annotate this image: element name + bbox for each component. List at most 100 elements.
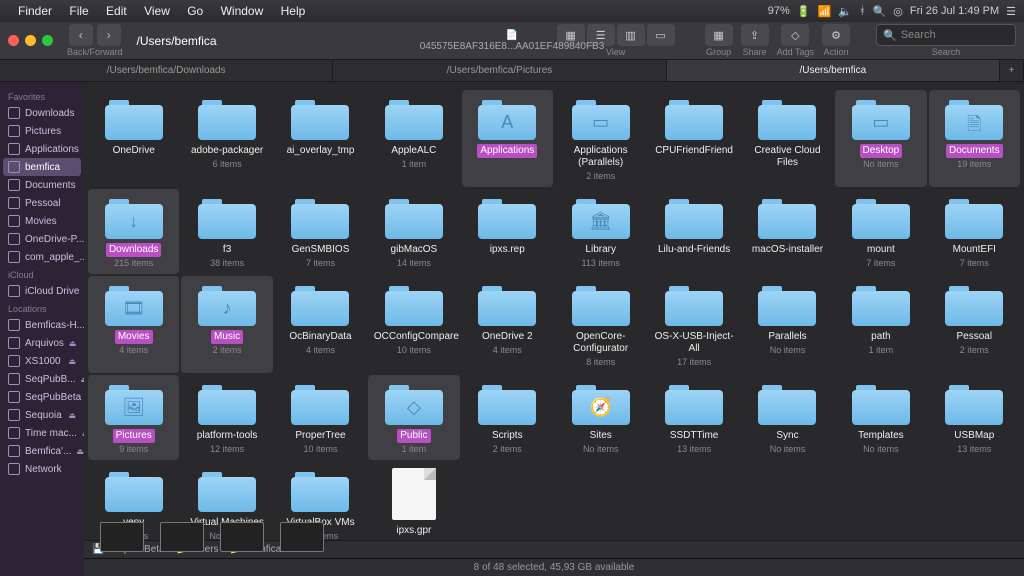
- sidebar-item[interactable]: Bemfica'...⏏: [0, 442, 84, 460]
- folder-item[interactable]: MountEFI7 items: [929, 189, 1020, 274]
- sidebar-item[interactable]: XS1000⏏: [0, 352, 84, 370]
- folder-item[interactable]: mount7 items: [835, 189, 926, 274]
- sidebar-item[interactable]: OneDrive-P...: [0, 230, 84, 248]
- sidebar-item[interactable]: bemfica: [3, 158, 81, 176]
- battery-icon[interactable]: 🔋: [797, 5, 811, 18]
- file-item[interactable]: ipxs.gpr: [368, 462, 459, 540]
- folder-item[interactable]: USBMap13 items: [929, 375, 1020, 460]
- folder-item[interactable]: 🧭SitesNo items: [555, 375, 646, 460]
- new-tab-button[interactable]: +: [1000, 60, 1024, 81]
- sidebar-item[interactable]: SeqPubBeta⏏: [0, 388, 84, 406]
- app-menu[interactable]: Finder File Edit View Go Window Help: [18, 4, 319, 18]
- menu-view[interactable]: View: [144, 4, 170, 18]
- search-icon[interactable]: 🔍: [873, 5, 887, 18]
- close-button[interactable]: [8, 35, 19, 46]
- eject-icon[interactable]: ⏏: [76, 447, 84, 456]
- menu-app[interactable]: Finder: [18, 4, 52, 18]
- folder-item[interactable]: CPUFriendFriend: [648, 90, 739, 187]
- sidebar-item[interactable]: Pictures: [0, 122, 84, 140]
- folder-item[interactable]: AppleALC1 item: [368, 90, 459, 187]
- minimize-button[interactable]: [25, 35, 36, 46]
- folder-icon: [852, 282, 910, 326]
- sidebar-item[interactable]: Network: [0, 460, 84, 478]
- sidebar-item[interactable]: Applications: [0, 140, 84, 158]
- volume-icon[interactable]: 🔈: [838, 5, 852, 18]
- folder-item[interactable]: OCConfigCompare10 items: [368, 276, 459, 373]
- sidebar-item[interactable]: Downloads: [0, 104, 84, 122]
- tab-bemfica[interactable]: /Users/bemfica: [667, 60, 1000, 81]
- wifi-icon[interactable]: 📶: [818, 5, 832, 18]
- folder-item[interactable]: Scripts2 items: [462, 375, 553, 460]
- action-button[interactable]: ⚙: [822, 24, 850, 46]
- folder-item[interactable]: ▭Applications (Parallels)2 items: [555, 90, 646, 187]
- folder-item[interactable]: ProperTree10 items: [275, 375, 366, 460]
- eject-icon[interactable]: ⏏: [68, 357, 76, 366]
- folder-item[interactable]: platform-tools12 items: [181, 375, 272, 460]
- folder-item[interactable]: ↓Downloads215 items: [88, 189, 179, 274]
- eject-icon[interactable]: ⏏: [69, 339, 77, 348]
- folder-item[interactable]: OpenCore-Configurator8 items: [555, 276, 646, 373]
- folder-item[interactable]: 🗎Documents19 items: [929, 90, 1020, 187]
- sidebar-item[interactable]: Pessoal: [0, 194, 84, 212]
- sidebar-item[interactable]: Arquivos⏏: [0, 334, 84, 352]
- folder-item[interactable]: OS-X-USB-Inject-All17 items: [648, 276, 739, 373]
- sidebar-item[interactable]: Movies: [0, 212, 84, 230]
- menu-go[interactable]: Go: [187, 4, 203, 18]
- folder-item[interactable]: ♪Music2 items: [181, 276, 272, 373]
- bluetooth-icon[interactable]: ᚼ: [859, 5, 866, 17]
- sidebar-item[interactable]: Bemficas-H...: [0, 316, 84, 334]
- folder-item[interactable]: Lilu-and-Friends: [648, 189, 739, 274]
- folder-item[interactable]: 🎞Movies4 items: [88, 276, 179, 373]
- document-icon: 📄: [420, 30, 605, 41]
- folder-item[interactable]: OcBinaryData4 items: [275, 276, 366, 373]
- folder-item[interactable]: path1 item: [835, 276, 926, 373]
- tab-downloads[interactable]: /Users/bemfica/Downloads: [0, 60, 333, 81]
- sidebar-item[interactable]: Documents: [0, 176, 84, 194]
- menu-window[interactable]: Window: [221, 4, 264, 18]
- folder-item[interactable]: ai_overlay_tmp: [275, 90, 366, 187]
- folder-item[interactable]: GenSMBIOS7 items: [275, 189, 366, 274]
- folder-item[interactable]: adobe-packager6 items: [181, 90, 272, 187]
- add-tags-button[interactable]: ◇: [781, 24, 809, 46]
- folder-item[interactable]: TemplatesNo items: [835, 375, 926, 460]
- menu-file[interactable]: File: [69, 4, 88, 18]
- icon-grid[interactable]: OneDriveadobe-packager6 itemsai_overlay_…: [84, 82, 1024, 540]
- siri-icon[interactable]: ◎: [893, 5, 903, 18]
- folder-item[interactable]: SSDTTime13 items: [648, 375, 739, 460]
- folder-item[interactable]: macOS-installer: [742, 189, 833, 274]
- battery-status[interactable]: 97%: [768, 5, 790, 17]
- folder-item[interactable]: AApplications: [462, 90, 553, 187]
- group-button[interactable]: ▦: [705, 24, 733, 46]
- folder-item[interactable]: ▭DesktopNo items: [835, 90, 926, 187]
- zoom-button[interactable]: [42, 35, 53, 46]
- menu-edit[interactable]: Edit: [106, 4, 127, 18]
- sidebar-item[interactable]: Time mac...⏏: [0, 424, 84, 442]
- folder-item[interactable]: SyncNo items: [742, 375, 833, 460]
- eject-icon[interactable]: ⏏: [68, 411, 76, 420]
- folder-item[interactable]: OneDrive 24 items: [462, 276, 553, 373]
- folder-item[interactable]: ipxs.rep: [462, 189, 553, 274]
- clock[interactable]: Fri 26 Jul 1:49 PM: [910, 5, 999, 17]
- tab-pictures[interactable]: /Users/bemfica/Pictures: [333, 60, 666, 81]
- folder-item[interactable]: Pessoal2 items: [929, 276, 1020, 373]
- folder-item[interactable]: 🏛Library113 items: [555, 189, 646, 274]
- view-gallery-button[interactable]: ▭: [647, 24, 675, 46]
- sidebar-item[interactable]: com_apple_...: [0, 248, 84, 266]
- sidebar-item[interactable]: SeqPubB...⏏: [0, 370, 84, 388]
- forward-button[interactable]: ›: [97, 24, 121, 46]
- back-button[interactable]: ‹: [69, 24, 93, 46]
- folder-item[interactable]: Creative Cloud Files: [742, 90, 833, 187]
- sidebar-item[interactable]: iCloud Drive: [0, 282, 84, 300]
- sidebar-item[interactable]: Sequoia⏏: [0, 406, 84, 424]
- search-field[interactable]: 🔍 Search: [876, 24, 1016, 46]
- menu-help[interactable]: Help: [281, 4, 306, 18]
- folder-item[interactable]: 🖼Pictures9 items: [88, 375, 179, 460]
- view-columns-button[interactable]: ▥: [617, 24, 645, 46]
- notification-center-icon[interactable]: ☰: [1006, 5, 1016, 18]
- folder-item[interactable]: OneDrive: [88, 90, 179, 187]
- folder-item[interactable]: ◇Public1 item: [368, 375, 459, 460]
- folder-item[interactable]: ParallelsNo items: [742, 276, 833, 373]
- folder-item[interactable]: f338 items: [181, 189, 272, 274]
- share-button[interactable]: ⇪: [741, 24, 769, 46]
- folder-item[interactable]: gibMacOS14 items: [368, 189, 459, 274]
